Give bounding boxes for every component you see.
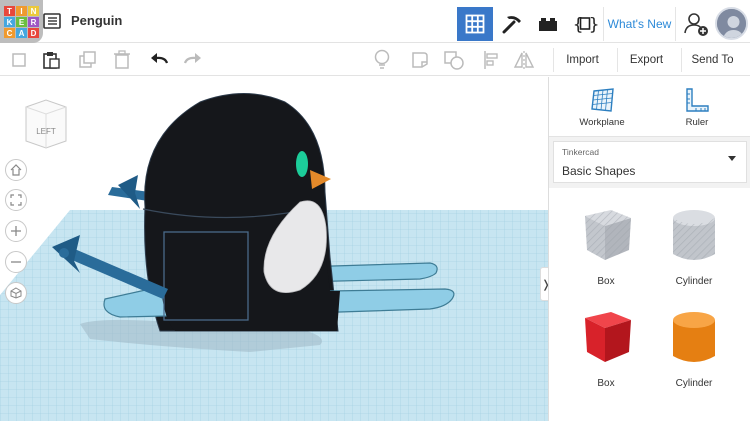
shape-library-dropdown[interactable]: Tinkercad Basic Shapes (553, 141, 747, 183)
zoom-in-button[interactable] (5, 220, 27, 242)
note-icon (412, 52, 428, 68)
codeblocks-icon: { } (573, 15, 598, 35)
fit-all-button[interactable] (5, 189, 27, 211)
logo-letter: T (4, 6, 15, 16)
ruler-icon (686, 88, 709, 112)
export-button[interactable]: Export (617, 48, 675, 72)
copy-icon (12, 53, 26, 67)
duplicate-icon (79, 51, 96, 68)
avatar-silhouette-icon (717, 9, 746, 38)
ruler-tool[interactable]: Ruler (657, 85, 737, 135)
edit-toolbar: Import Export Send To (0, 43, 750, 76)
workplane-icon (591, 88, 614, 112)
notes-button[interactable] (409, 49, 431, 71)
pickaxe-icon (502, 16, 521, 34)
toggle-light-button[interactable] (371, 49, 393, 71)
shape-cylinder-hole[interactable]: Cylinder (649, 198, 739, 298)
logo-letter: R (28, 17, 39, 27)
undo-button[interactable] (148, 49, 170, 71)
redo-icon (183, 53, 201, 64)
minecraft-view-button[interactable] (494, 7, 530, 41)
copy-button[interactable] (8, 49, 30, 71)
design-list-icon[interactable] (43, 13, 61, 29)
shape-label: Cylinder (675, 378, 713, 389)
design-title[interactable]: Penguin (71, 13, 122, 28)
shapes-panel: Workplane Ruler Tinkercad Basic Shapes B… (548, 77, 750, 421)
delete-icon (114, 50, 130, 69)
send-to-button[interactable]: Send To (681, 48, 743, 72)
light-bulb-icon (374, 49, 390, 69)
zoom-out-button[interactable] (5, 251, 27, 273)
home-icon (10, 164, 22, 176)
fit-all-icon (10, 194, 22, 206)
library-name: Basic Shapes (562, 164, 636, 178)
shape-box-hole[interactable]: Box (561, 198, 651, 298)
view-cube[interactable]: LEFT (22, 97, 70, 151)
group-icon (444, 51, 464, 70)
tinkercad-logo[interactable]: T I N K E R C A D (0, 0, 43, 43)
view-cube-label: LEFT (36, 127, 56, 136)
paste-icon (43, 52, 60, 69)
whats-new-link[interactable]: What's New (603, 7, 676, 41)
align-icon (484, 51, 498, 69)
3d-design-view-button[interactable] (457, 7, 493, 41)
svg-text:}: } (589, 15, 598, 35)
top-bar: T I N K E R C A D Penguin {What's New (0, 0, 750, 43)
logo-letters: T I N K E R C A D (4, 6, 39, 38)
cylinder-icon (673, 312, 715, 362)
duplicate-button[interactable] (77, 49, 99, 71)
add-user-icon[interactable] (682, 10, 710, 38)
shape-cylinder[interactable]: Cylinder (649, 300, 739, 400)
3d-design-grid-icon (465, 14, 485, 34)
shape-label: Box (597, 378, 615, 389)
logo-letter: N (28, 6, 39, 16)
user-avatar[interactable] (715, 7, 748, 40)
shape-grid: Box Cylinder Box Cylinder (549, 188, 750, 421)
panel-tools: Workplane Ruler (549, 77, 750, 137)
home-view-button[interactable] (5, 159, 27, 181)
caret-down-icon (728, 156, 736, 161)
mirror-icon (513, 51, 535, 69)
bricks-icon (539, 18, 557, 31)
box-icon (585, 312, 631, 362)
bricks-view-button[interactable] (530, 7, 566, 41)
ruler-label: Ruler (685, 117, 709, 128)
scene-canvas (0, 93, 548, 421)
penguin-eye[interactable] (296, 151, 308, 177)
box-hole-icon (585, 210, 631, 260)
paste-button[interactable] (40, 49, 62, 71)
workplane-tool[interactable]: Workplane (562, 85, 642, 135)
workplane-label: Workplane (579, 117, 625, 128)
logo-letter: C (4, 28, 15, 38)
logo-letter: D (28, 28, 39, 38)
shape-label: Cylinder (675, 276, 713, 287)
orthographic-icon (10, 287, 22, 299)
logo-letter: E (16, 17, 27, 27)
shape-label: Box (597, 276, 615, 287)
align-button[interactable] (480, 49, 502, 71)
logo-letter: I (16, 6, 27, 16)
orthographic-view-button[interactable] (5, 282, 27, 304)
zoom-out-icon (11, 261, 21, 263)
zoom-in-icon (11, 226, 21, 236)
shape-box[interactable]: Box (561, 300, 651, 400)
logo-letter: A (16, 28, 27, 38)
logo-letter: K (4, 17, 15, 27)
group-button[interactable] (443, 49, 465, 71)
workplane-viewport[interactable]: LEFT (0, 77, 548, 421)
import-button[interactable]: Import (553, 48, 611, 72)
undo-icon (151, 53, 169, 64)
delete-button[interactable] (111, 49, 133, 71)
redo-button[interactable] (182, 49, 204, 71)
cylinder-hole-icon (673, 210, 715, 260)
codeblocks-view-button[interactable]: { } (567, 7, 603, 41)
library-source: Tinkercad (562, 147, 600, 157)
mirror-button[interactable] (513, 49, 535, 71)
